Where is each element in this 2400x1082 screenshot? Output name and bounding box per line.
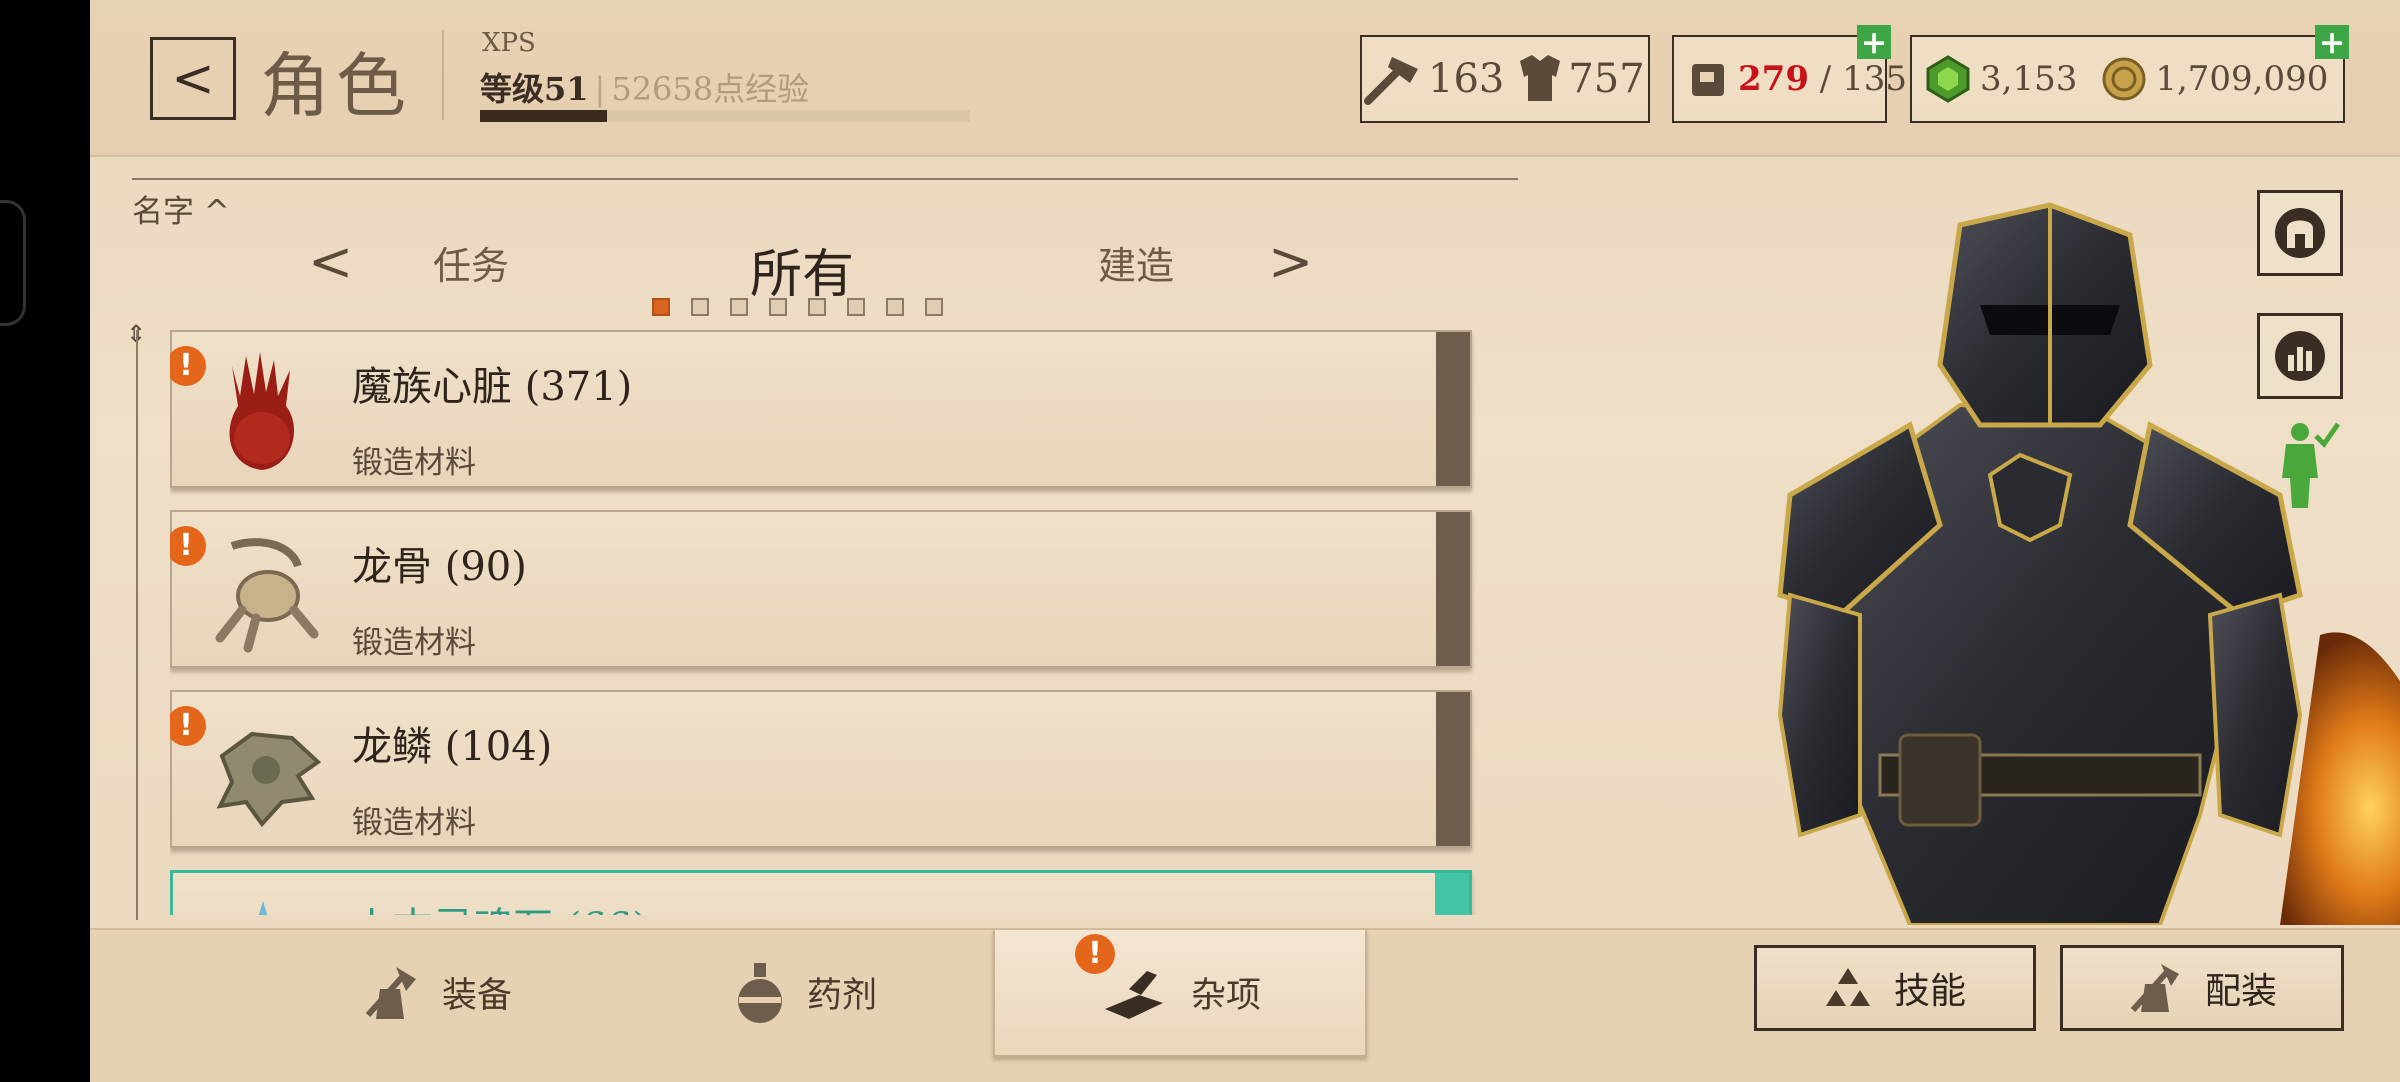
inventory-used: 279	[1738, 59, 1809, 99]
category-current: 所有	[750, 245, 855, 305]
gold-coin-icon	[2102, 57, 2146, 101]
new-item-badge: !	[1075, 934, 1115, 974]
loadout-button[interactable]: 配装	[2060, 945, 2344, 1031]
daedra-heart-icon	[202, 346, 322, 480]
level-separator: |	[594, 70, 606, 108]
category-next[interactable]: 建造	[1098, 235, 1174, 290]
bar-chart-icon	[2275, 331, 2325, 381]
level-info: 等级51 | 52658点经验	[480, 64, 809, 110]
potion-icon	[738, 962, 782, 1023]
skills-button[interactable]: 技能	[1754, 945, 2036, 1031]
item-type: 锻造材料	[352, 625, 476, 661]
new-item-badge: !	[170, 706, 206, 746]
gold-count: 1,709,090	[2155, 59, 2329, 99]
ingot-icon	[1104, 970, 1163, 1019]
gem-icon	[1926, 55, 1970, 103]
list-scroll-rail[interactable]	[136, 330, 138, 920]
category-prev[interactable]: 任务	[433, 235, 509, 290]
item-type: 锻造材料	[352, 445, 476, 481]
page-dot[interactable]	[691, 298, 709, 316]
dragon-bone-icon	[202, 526, 332, 660]
page-dot[interactable]	[886, 298, 904, 316]
item-side-bar	[1435, 873, 1469, 915]
loadout-label: 配装	[2204, 971, 2277, 1012]
skills-label: 技能	[1893, 971, 1966, 1012]
tab-potions[interactable]: 药剂	[735, 930, 877, 1055]
dragon-scale-icon	[202, 706, 332, 840]
armor-icon	[1520, 55, 1561, 101]
currency-panel[interactable]: 3,153 1,709,090 +	[1910, 25, 2349, 123]
xp-progress-bar	[480, 110, 970, 122]
new-item-badge: !	[170, 346, 206, 386]
armor-stat-value: 757	[1568, 56, 1645, 102]
inventory-capacity-value: 135	[1842, 59, 1907, 99]
gem-count: 3,153	[1980, 59, 2078, 99]
title-divider	[442, 30, 444, 120]
camera-cutout	[0, 200, 26, 326]
combat-stats[interactable]: 163 757	[1360, 35, 1650, 123]
weapon-stat-value: 163	[1428, 56, 1505, 102]
xp-progress-fill	[480, 110, 608, 122]
tab-misc-label: 杂项	[1190, 976, 1261, 1016]
skills-icon	[1825, 968, 1870, 1006]
soul-gem-icon	[203, 887, 323, 915]
helmet-icon	[2275, 208, 2325, 258]
page-dot[interactable]	[769, 298, 787, 316]
tab-misc[interactable]: ! 杂项	[993, 930, 1367, 1057]
sort-label: 名字	[132, 194, 194, 230]
item-name: 上古灵魂石 (66)	[353, 895, 648, 915]
loadout-icon	[2130, 964, 2179, 1013]
add-capacity-button[interactable]: +	[1857, 25, 1891, 59]
page-dot[interactable]	[847, 298, 865, 316]
bottom-tab-bar: 装备 药剂 ! 杂项	[90, 928, 2400, 1082]
item-name: 龙鳞 (104)	[352, 724, 553, 770]
tab-potions-label: 药剂	[807, 976, 878, 1016]
add-currency-button[interactable]: +	[2315, 25, 2349, 59]
back-icon: <	[171, 48, 215, 109]
list-header-divider	[132, 178, 1518, 180]
level-text: 等级51	[480, 70, 589, 108]
item-side-bar	[1436, 332, 1470, 486]
stats-button[interactable]	[2257, 313, 2343, 399]
item-name: 龙骨 (90)	[352, 544, 527, 590]
item-name: 魔族心脏 (371)	[352, 364, 633, 410]
character-armor-model	[1777, 202, 2400, 925]
page-dot[interactable]	[925, 298, 943, 316]
item-type: 锻造材料	[352, 805, 476, 841]
device-bezel	[0, 0, 90, 1080]
item-side-bar	[1436, 512, 1470, 666]
weapon-hammer-icon	[1364, 57, 1418, 105]
equipped-check-icon	[2282, 422, 2340, 508]
page-dot[interactable]	[808, 298, 826, 316]
category-prev-arrow[interactable]: <	[308, 235, 353, 289]
list-item[interactable]: ! 魔族心脏 (371) 锻造材料	[170, 330, 1472, 488]
sort-ascending-icon: ^	[203, 194, 230, 230]
back-button[interactable]: <	[150, 37, 236, 120]
axe-armor-icon	[365, 966, 416, 1019]
xp-text: 52658点经验	[611, 70, 810, 108]
category-page-dots	[652, 298, 943, 316]
xps-label: XPS	[482, 28, 536, 58]
item-side-bar	[1436, 692, 1470, 846]
item-list: ! 魔族心脏 (371) 锻造材料 ! 龙骨 (90) 锻造材料 ! 龙鳞 (1…	[170, 330, 1480, 915]
tab-equipment[interactable]: 装备	[360, 930, 512, 1055]
inventory-separator: /	[1808, 59, 1843, 99]
page-dot-active[interactable]	[652, 298, 670, 316]
list-item[interactable]: ! 龙鳞 (104) 锻造材料	[170, 690, 1472, 848]
top-bar: < 角色 XPS 等级51 | 52658点经验 163 757 279 / 1…	[90, 0, 2400, 157]
bag-icon	[1692, 64, 1724, 96]
helmet-toggle-button[interactable]	[2257, 190, 2343, 276]
character-screen: < 角色 XPS 等级51 | 52658点经验 163 757 279 / 1…	[90, 0, 2400, 1082]
page-dot[interactable]	[730, 298, 748, 316]
category-next-arrow[interactable]: >	[1268, 235, 1313, 289]
tab-equipment-label: 装备	[442, 976, 513, 1016]
list-item-selected[interactable]: 上古灵魂石 (66)	[170, 870, 1472, 915]
list-item[interactable]: ! 龙骨 (90) 锻造材料	[170, 510, 1472, 668]
page-title: 角色	[260, 45, 412, 127]
sort-by-name-button[interactable]: 名字 ^	[132, 186, 230, 231]
inventory-capacity[interactable]: 279 / 135 +	[1672, 25, 1907, 123]
new-item-badge: !	[170, 526, 206, 566]
